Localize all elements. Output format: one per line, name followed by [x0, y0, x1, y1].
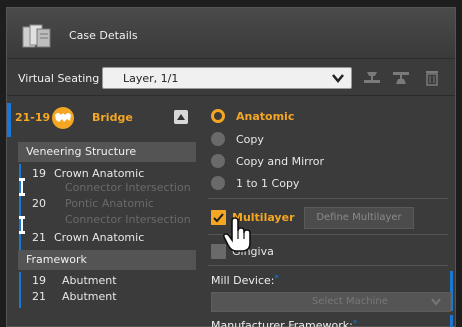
- case-details-panel: Case Details Virtual Seating Layer, 1/1: [6, 7, 456, 327]
- manufacturer-framework-label: Manufacturer Framework:*: [211, 319, 358, 327]
- veneer-item-connector[interactable]: Connector Intersection: [65, 213, 191, 226]
- hand-pointer-icon: [222, 217, 251, 252]
- veneer-item-crown-anatomic[interactable]: Crown Anatomic: [54, 167, 144, 180]
- veneer-item-number: 19: [32, 167, 46, 180]
- required-indicator: [450, 315, 453, 327]
- radio-copy-label: Copy: [236, 133, 264, 146]
- separator: [7, 95, 455, 96]
- veneer-item-number: 20: [32, 197, 46, 210]
- radio-one-to-one-copy-label: 1 to 1 Copy: [236, 177, 300, 190]
- mill-device-select[interactable]: Select Machine: [211, 292, 451, 312]
- seat-up-icon[interactable]: [392, 70, 410, 86]
- define-multilayer-button[interactable]: Define Multilayer: [304, 207, 414, 229]
- connector-icon: [19, 178, 25, 196]
- layer-select[interactable]: Layer, 1/1: [102, 67, 352, 89]
- trash-icon[interactable]: [423, 70, 441, 86]
- chevron-down-icon: [431, 298, 441, 306]
- tooth-bridge-row[interactable]: 21-19 Bridge: [7, 97, 196, 137]
- chevron-down-icon: [332, 74, 344, 83]
- framework-item-abutment[interactable]: Abutment: [62, 290, 117, 303]
- collapse-up-icon[interactable]: [174, 110, 188, 124]
- framework-header[interactable]: Framework: [18, 250, 196, 270]
- virtual-seating-label: Virtual Seating: [18, 72, 100, 85]
- panel-title: Case Details: [69, 29, 138, 42]
- selection-accent: [7, 103, 11, 137]
- virtual-seating-row: Virtual Seating Layer, 1/1: [7, 65, 455, 93]
- options-panel: Anatomic Copy Copy and Mirror 1 to 1 Cop…: [202, 97, 457, 327]
- framework-item-abutment[interactable]: Abutment: [62, 274, 117, 287]
- veneer-item-connector[interactable]: Connector Intersection: [65, 181, 191, 194]
- framework-item-number: 19: [32, 274, 46, 287]
- radio-anatomic[interactable]: [211, 109, 225, 123]
- mill-device-placeholder: Select Machine: [312, 296, 388, 307]
- framework-item-number: 21: [32, 290, 46, 303]
- case-folder-icon: [22, 24, 51, 48]
- framework-bar: [19, 272, 21, 308]
- veneer-item-number: 21: [32, 231, 46, 244]
- radio-copy[interactable]: [211, 132, 225, 146]
- connector-icon: [19, 216, 25, 234]
- divider: [208, 198, 448, 199]
- veneering-structure-header[interactable]: Veneering Structure: [18, 142, 196, 162]
- radio-one-to-one-copy[interactable]: [211, 176, 225, 190]
- divider: [208, 265, 448, 266]
- layer-select-value: Layer, 1/1: [123, 72, 179, 85]
- mill-device-label: Mill Device:*: [211, 274, 279, 287]
- seat-down-icon[interactable]: [363, 70, 381, 86]
- radio-copy-and-mirror[interactable]: [211, 154, 225, 168]
- bridge-icon: [52, 107, 74, 129]
- tooth-structure-list: 21-19 Bridge Veneering Structure 19 Crow…: [7, 97, 196, 327]
- tooth-type: Bridge: [92, 111, 133, 124]
- radio-anatomic-label: Anatomic: [236, 110, 295, 123]
- veneer-item-crown-anatomic[interactable]: Crown Anatomic: [54, 231, 144, 244]
- tooth-range: 21-19: [15, 111, 51, 124]
- radio-copy-and-mirror-label: Copy and Mirror: [236, 155, 324, 168]
- veneer-item-pontic-anatomic[interactable]: Pontic Anatomic: [65, 197, 154, 210]
- panel-header: Case Details: [7, 8, 455, 59]
